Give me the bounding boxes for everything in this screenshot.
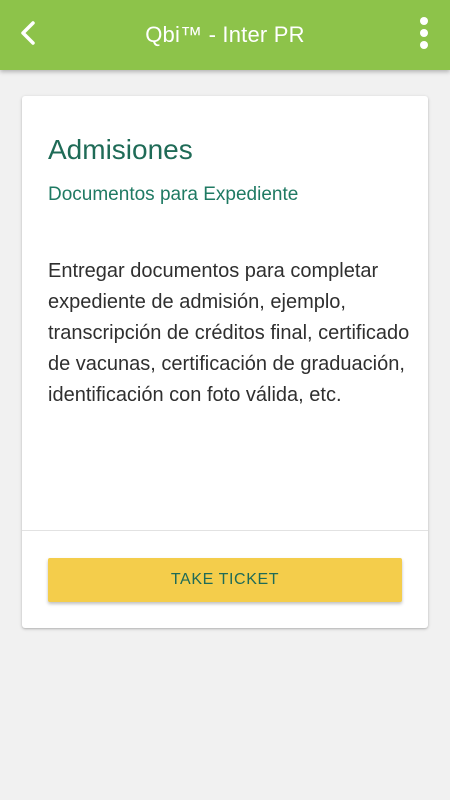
- card-description: Entregar documentos para completar exped…: [48, 260, 410, 406]
- app-bar: Qbi™ - Inter PR: [0, 0, 450, 70]
- overflow-menu-button[interactable]: [404, 13, 444, 57]
- card-title: Admisiones: [48, 134, 193, 165]
- back-button[interactable]: [6, 13, 50, 57]
- more-vert-icon: [419, 16, 429, 55]
- app-title: Qbi™ - Inter PR: [145, 22, 305, 47]
- service-card: Admisiones Documentos para Expediente En…: [22, 96, 428, 628]
- card-divider: [22, 530, 428, 531]
- take-ticket-button[interactable]: TAKE TICKET: [48, 558, 402, 602]
- card-subtitle: Documentos para Expediente: [48, 184, 299, 205]
- chevron-left-icon: [18, 20, 38, 51]
